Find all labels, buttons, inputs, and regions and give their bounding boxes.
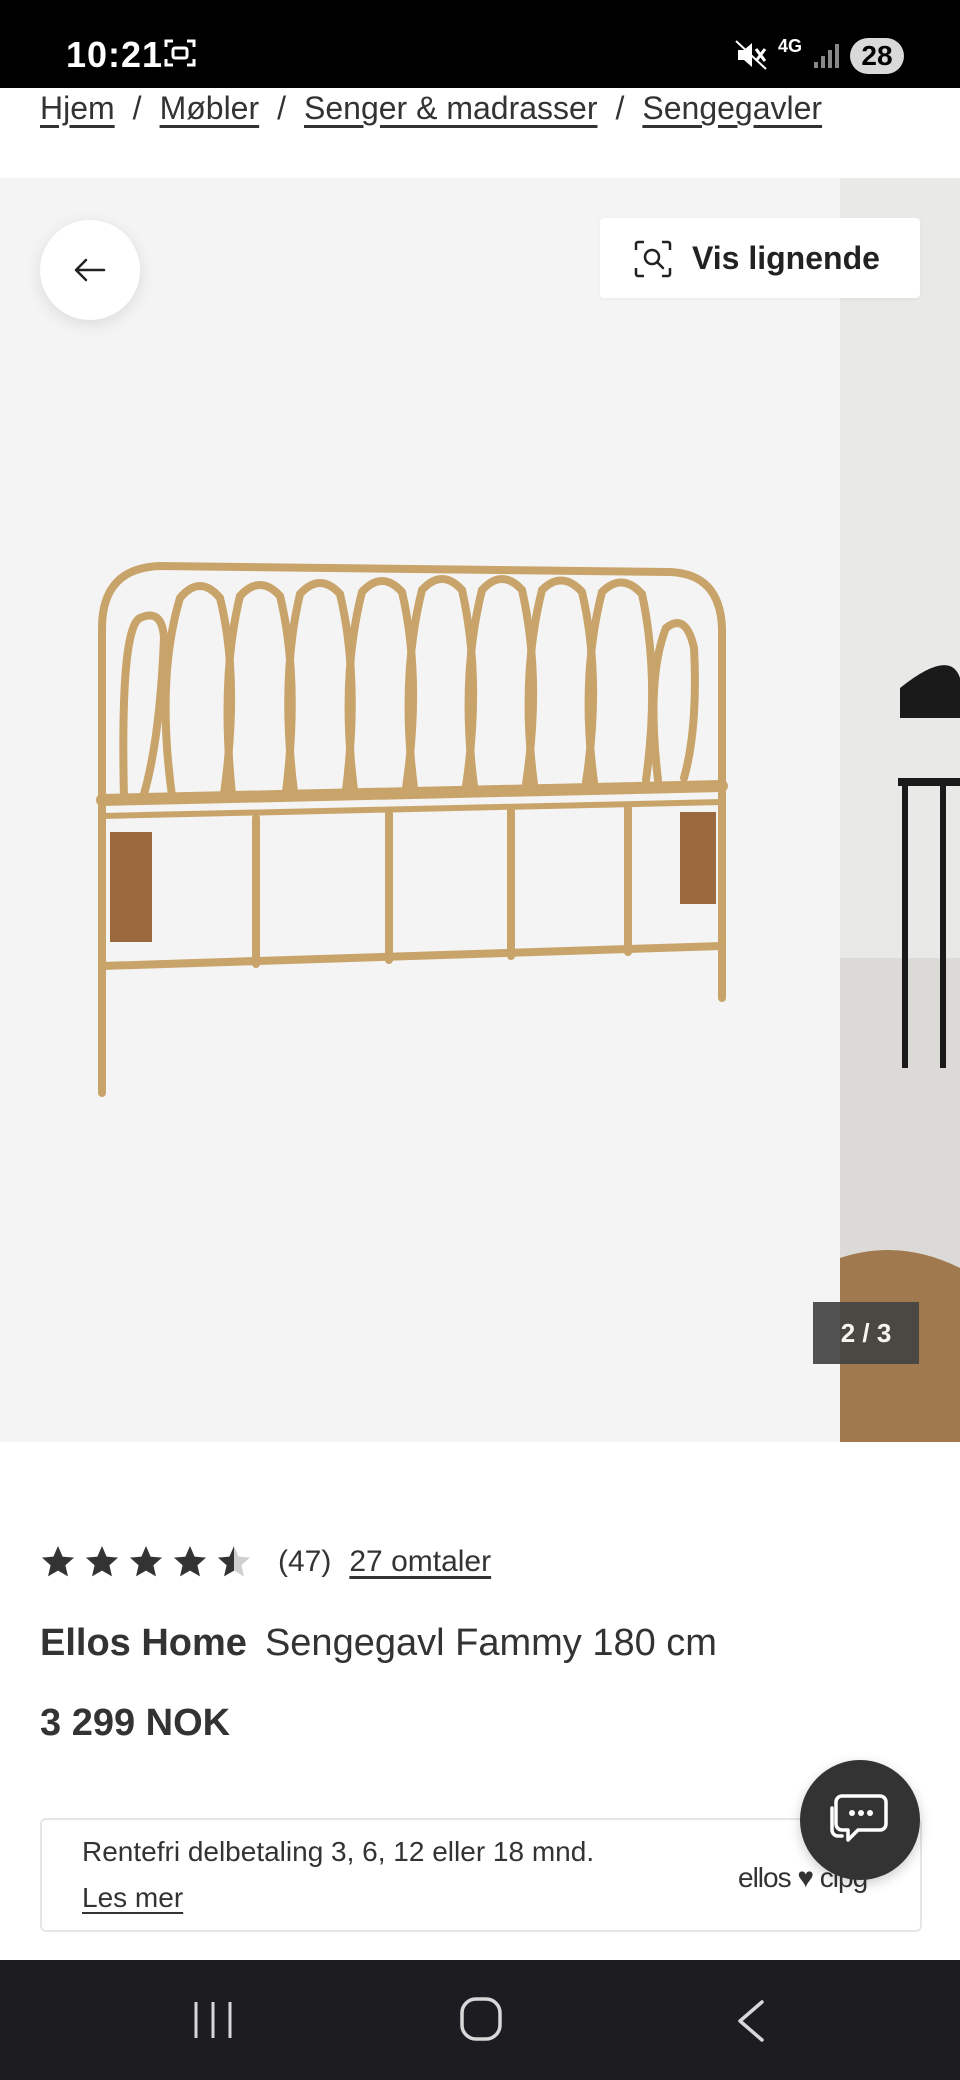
screen-capture-icon <box>164 39 196 67</box>
breadcrumb-headboards[interactable]: Sengegavler <box>642 90 822 126</box>
home-icon[interactable] <box>460 1996 502 2042</box>
star-icon <box>42 1546 74 1577</box>
breadcrumb-home[interactable]: Hjem <box>40 90 115 126</box>
status-time: 10:21 <box>66 34 164 75</box>
breadcrumb-separator: / <box>132 90 142 126</box>
battery-indicator: 28 <box>850 38 904 74</box>
product-rating: (47) 27 omtaler <box>40 1542 491 1586</box>
breadcrumb-separator: / <box>277 90 287 126</box>
recent-apps-icon[interactable] <box>190 2000 236 2040</box>
network-type: 4G <box>778 36 803 56</box>
rating-stars <box>42 1546 250 1577</box>
system-navigation-bar <box>0 1960 960 2080</box>
breadcrumb-beds-mattresses[interactable]: Senger & madrasser <box>304 90 597 126</box>
product-image-gallery[interactable]: Vis lignende 2 / 3 <box>0 178 960 1442</box>
arrow-left-icon <box>74 258 106 282</box>
breadcrumb-separator: / <box>615 90 625 126</box>
image-counter: 2 / 3 <box>813 1302 919 1364</box>
show-similar-label: Vis lignende <box>692 240 880 276</box>
breadcrumb: Hjem / Møbler / Senger & madrasser / Sengegavl… <box>40 90 822 127</box>
status-bar: 10:21 4G 28 <box>0 0 960 88</box>
visual-search-icon <box>634 240 672 278</box>
product-price: 3 299 NOK <box>40 1702 231 1744</box>
star-icon <box>174 1546 206 1577</box>
show-similar-button[interactable]: Vis lignende <box>600 218 920 298</box>
chat-button[interactable] <box>800 1760 920 1880</box>
next-image-preview <box>840 178 960 1442</box>
signal-icon <box>814 44 839 68</box>
back-button[interactable] <box>40 220 140 320</box>
reviews-link[interactable]: 27 omtaler <box>349 1545 491 1578</box>
product-title: Ellos Home Sengegavl Fammy 180 cm <box>40 1622 717 1665</box>
installment-text: Rentefri delbetaling 3, 6, 12 eller 18 m… <box>82 1836 595 1867</box>
product-image-headboard <box>96 561 728 1097</box>
product-name: Sengegavl Fammy 180 cm <box>264 1622 717 1664</box>
rating-count: (47) <box>278 1545 332 1578</box>
next-image-peek[interactable] <box>840 178 960 1442</box>
breadcrumb-furniture[interactable]: Møbler <box>160 90 260 126</box>
chat-bubble-icon <box>830 1794 888 1842</box>
star-icon <box>86 1546 118 1577</box>
back-nav-icon[interactable] <box>734 1998 768 2044</box>
installment-info-box: Rentefri delbetaling 3, 6, 12 eller 18 m… <box>40 1818 922 1932</box>
read-more-link[interactable]: Les mer <box>82 1882 183 1914</box>
star-icon <box>130 1546 162 1577</box>
mute-icon <box>735 40 767 70</box>
star-half-icon <box>218 1546 250 1577</box>
product-brand: Ellos Home <box>40 1622 247 1664</box>
